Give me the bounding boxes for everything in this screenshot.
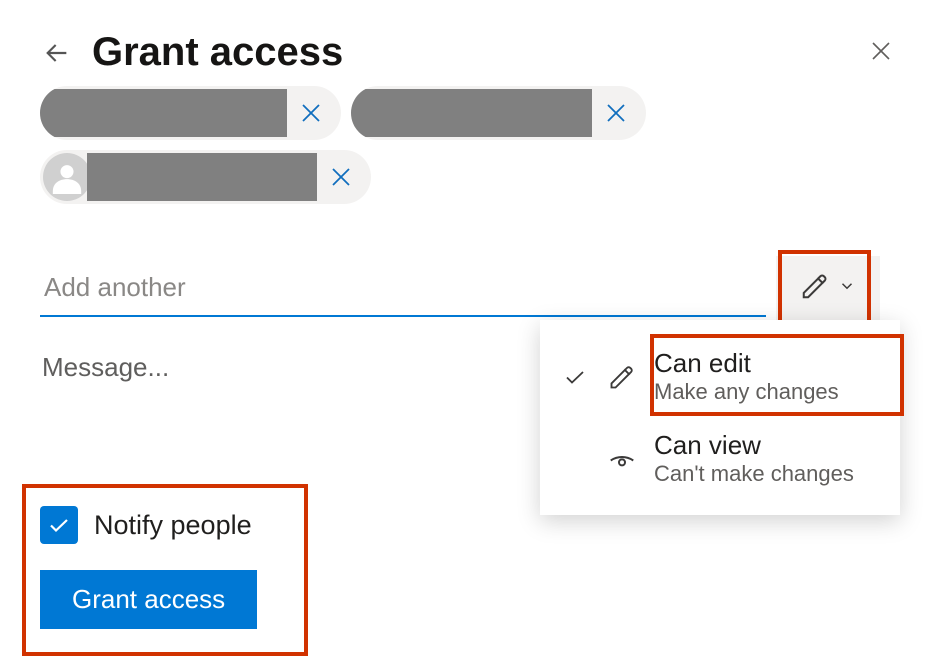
permission-option-text: Can view Can't make changes bbox=[654, 430, 880, 488]
dialog-header: Grant access bbox=[40, 30, 896, 75]
add-recipient-input[interactable] bbox=[40, 259, 766, 317]
notify-people-checkbox[interactable]: Notify people bbox=[40, 504, 257, 546]
eye-icon bbox=[604, 443, 640, 473]
recipient-name-redacted bbox=[351, 89, 592, 137]
check-icon bbox=[47, 513, 71, 537]
close-icon bbox=[869, 39, 893, 63]
permission-option-subtitle: Can't make changes bbox=[654, 461, 880, 487]
remove-icon bbox=[604, 101, 628, 125]
permission-option-can-view[interactable]: Can view Can't make changes bbox=[540, 418, 900, 500]
remove-recipient-button[interactable] bbox=[293, 95, 329, 131]
grant-access-button[interactable]: Grant access bbox=[40, 570, 257, 629]
recipient-chip[interactable] bbox=[40, 86, 341, 140]
permission-option-subtitle: Make any changes bbox=[654, 379, 880, 405]
permission-dropdown-button[interactable] bbox=[776, 256, 880, 320]
permission-option-text: Can edit Make any changes bbox=[654, 348, 880, 406]
remove-recipient-button[interactable] bbox=[598, 95, 634, 131]
back-button[interactable] bbox=[40, 36, 74, 70]
permission-option-title: Can view bbox=[654, 430, 880, 461]
back-arrow-icon bbox=[41, 37, 73, 69]
dialog-title: Grant access bbox=[92, 30, 343, 75]
recipient-chip[interactable] bbox=[40, 150, 371, 204]
close-button[interactable] bbox=[866, 36, 896, 66]
add-recipient-row bbox=[40, 256, 880, 320]
dialog-footer: Notify people Grant access bbox=[40, 504, 257, 629]
remove-icon bbox=[329, 165, 353, 189]
person-icon bbox=[50, 160, 84, 194]
recipient-name-redacted bbox=[87, 153, 317, 201]
recipient-name-redacted bbox=[40, 89, 287, 137]
permission-option-title: Can edit bbox=[654, 348, 880, 379]
checkbox-checked bbox=[40, 506, 78, 544]
check-icon bbox=[560, 365, 590, 389]
pencil-icon bbox=[800, 271, 830, 306]
notify-people-label: Notify people bbox=[94, 510, 252, 541]
pencil-icon bbox=[604, 363, 640, 391]
recipient-chips bbox=[40, 86, 896, 204]
recipient-chip[interactable] bbox=[351, 86, 646, 140]
recipient-avatar bbox=[43, 153, 91, 201]
permission-option-can-edit[interactable]: Can edit Make any changes bbox=[540, 336, 900, 418]
remove-recipient-button[interactable] bbox=[323, 159, 359, 195]
chevron-down-icon bbox=[838, 277, 856, 300]
permission-menu: Can edit Make any changes Can view Can't… bbox=[540, 320, 900, 515]
remove-icon bbox=[299, 101, 323, 125]
